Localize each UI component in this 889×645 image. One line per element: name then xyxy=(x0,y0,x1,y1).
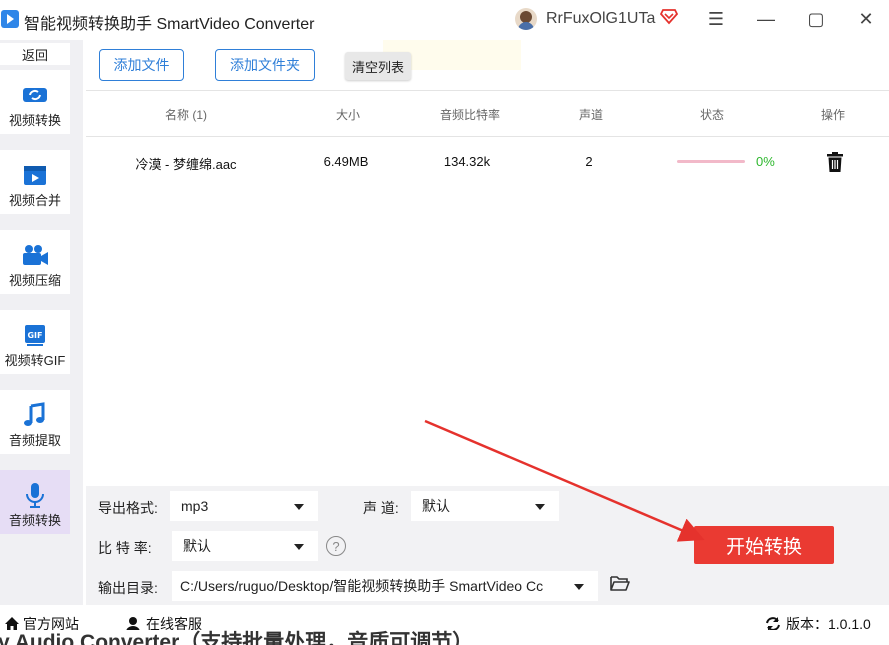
bitrate-value: 默认 xyxy=(183,538,211,554)
col-channels[interactable]: 声道 xyxy=(579,106,603,123)
username[interactable]: RrFuxOlG1UTa xyxy=(546,10,655,28)
video-convert-icon xyxy=(23,88,47,102)
sidebar-item-label: 视频合并 xyxy=(8,193,61,208)
maximize-button[interactable]: ▢ xyxy=(805,8,827,30)
app-logo-icon xyxy=(1,10,19,28)
svg-text:GIF: GIF xyxy=(27,331,42,340)
output-dir-value: C:/Users/ruguo/Desktop/智能视频转换助手 SmartVid… xyxy=(180,578,544,594)
chevron-down-icon xyxy=(574,584,584,590)
user-avatar[interactable] xyxy=(515,8,537,30)
progress-bar xyxy=(677,160,745,163)
music-note-icon xyxy=(24,402,45,426)
video-merge-icon xyxy=(24,166,46,185)
chevron-down-icon xyxy=(535,504,545,510)
progress-percent: 0% xyxy=(756,154,775,169)
chevron-down-icon xyxy=(294,544,304,550)
start-convert-button[interactable]: 开始转换 xyxy=(694,526,834,564)
format-label: 导出格式: xyxy=(98,500,158,516)
sidebar-item-label: 音频提取 xyxy=(8,433,61,448)
table-row[interactable]: 冷漠 - 梦缠绵.aac 6.49MB 134.32k 2 0% xyxy=(86,137,889,187)
col-bitrate[interactable]: 音频比特率 xyxy=(440,106,500,123)
sidebar-item-video-compress[interactable]: 视频压缩 xyxy=(0,230,70,294)
file-name: 冷漠 - 梦缠绵.aac xyxy=(135,157,237,172)
minimize-button[interactable]: — xyxy=(755,8,777,30)
back-button[interactable]: 返回 xyxy=(0,43,70,65)
add-folder-button[interactable]: 添加文件夹 xyxy=(215,49,315,81)
underlay-caption: y Audio Converter（支持批量处理，音质可调节） xyxy=(0,630,889,645)
gif-icon: GIF xyxy=(25,325,45,346)
output-label: 输出目录: xyxy=(98,580,158,596)
col-actions[interactable]: 操作 xyxy=(821,106,845,123)
settings-panel: 导出格式: mp3 声 道: 默认 比 特 率: 默认 ? 开始转换 输出目录:… xyxy=(86,486,889,605)
channel-label: 声 道: xyxy=(363,500,399,516)
sidebar-item-video-gif[interactable]: GIF 视频转GIF xyxy=(0,310,70,374)
close-button[interactable]: ✕ xyxy=(855,8,877,30)
col-size[interactable]: 大小 xyxy=(336,106,360,123)
menu-icon[interactable]: ☰ xyxy=(705,8,727,30)
bitrate-select[interactable]: 默认 xyxy=(172,531,318,561)
bitrate-label: 比 特 率: xyxy=(98,540,152,556)
folder-open-icon[interactable] xyxy=(610,574,630,592)
sidebar-item-video-convert[interactable]: 视频转换 xyxy=(0,70,70,134)
channel-select[interactable]: 默认 xyxy=(411,491,559,521)
file-bitrate: 134.32k xyxy=(443,154,491,169)
main-panel: 添加文件 添加文件夹 清空列表 名称 (1) 大小 音频比特率 声道 状态 操作… xyxy=(83,40,889,605)
sidebar-item-label: 音频转换 xyxy=(8,513,61,528)
add-file-button[interactable]: 添加文件 xyxy=(99,49,184,81)
file-channels: 2 xyxy=(585,154,593,169)
output-dir-select[interactable]: C:/Users/ruguo/Desktop/智能视频转换助手 SmartVid… xyxy=(172,571,598,601)
chevron-down-icon xyxy=(294,504,304,510)
vip-diamond-icon[interactable] xyxy=(660,7,678,25)
video-compress-icon xyxy=(23,245,48,265)
file-size: 6.49MB xyxy=(323,154,369,169)
sidebar-item-video-merge[interactable]: 视频合并 xyxy=(0,150,70,214)
underlay-text: y Audio Converter（支持批量处理，音质可调节） xyxy=(0,631,474,645)
col-name[interactable]: 名称 (1) xyxy=(165,106,207,123)
table-header: 名称 (1) 大小 音频比特率 声道 状态 操作 xyxy=(86,90,889,137)
sidebar-item-audio-convert[interactable]: 音频转换 xyxy=(0,470,70,534)
channel-value: 默认 xyxy=(422,498,450,514)
title-bar: 智能视频转换助手 SmartVideo Converter RrFuxOlG1U… xyxy=(0,0,889,40)
app-title: 智能视频转换助手 SmartVideo Converter xyxy=(24,16,315,33)
format-select[interactable]: mp3 xyxy=(170,491,318,521)
sidebar-item-audio-extract[interactable]: 音频提取 xyxy=(0,390,70,454)
sidebar: 返回 视频转换 视频合并 视频压缩 GIF 视频转GIF 音频提取 音频转换 xyxy=(0,40,83,605)
toolbar: 添加文件 添加文件夹 清空列表 xyxy=(83,40,889,90)
format-value: mp3 xyxy=(181,498,209,514)
trash-icon[interactable] xyxy=(824,151,846,173)
help-icon[interactable]: ? xyxy=(326,536,346,556)
clear-list-button[interactable]: 清空列表 xyxy=(345,52,411,80)
sidebar-item-label: 视频转换 xyxy=(8,113,61,128)
microphone-icon xyxy=(26,483,44,508)
sidebar-item-label: 视频转GIF xyxy=(4,353,66,368)
sidebar-item-label: 视频压缩 xyxy=(8,273,61,288)
col-status[interactable]: 状态 xyxy=(700,106,724,123)
